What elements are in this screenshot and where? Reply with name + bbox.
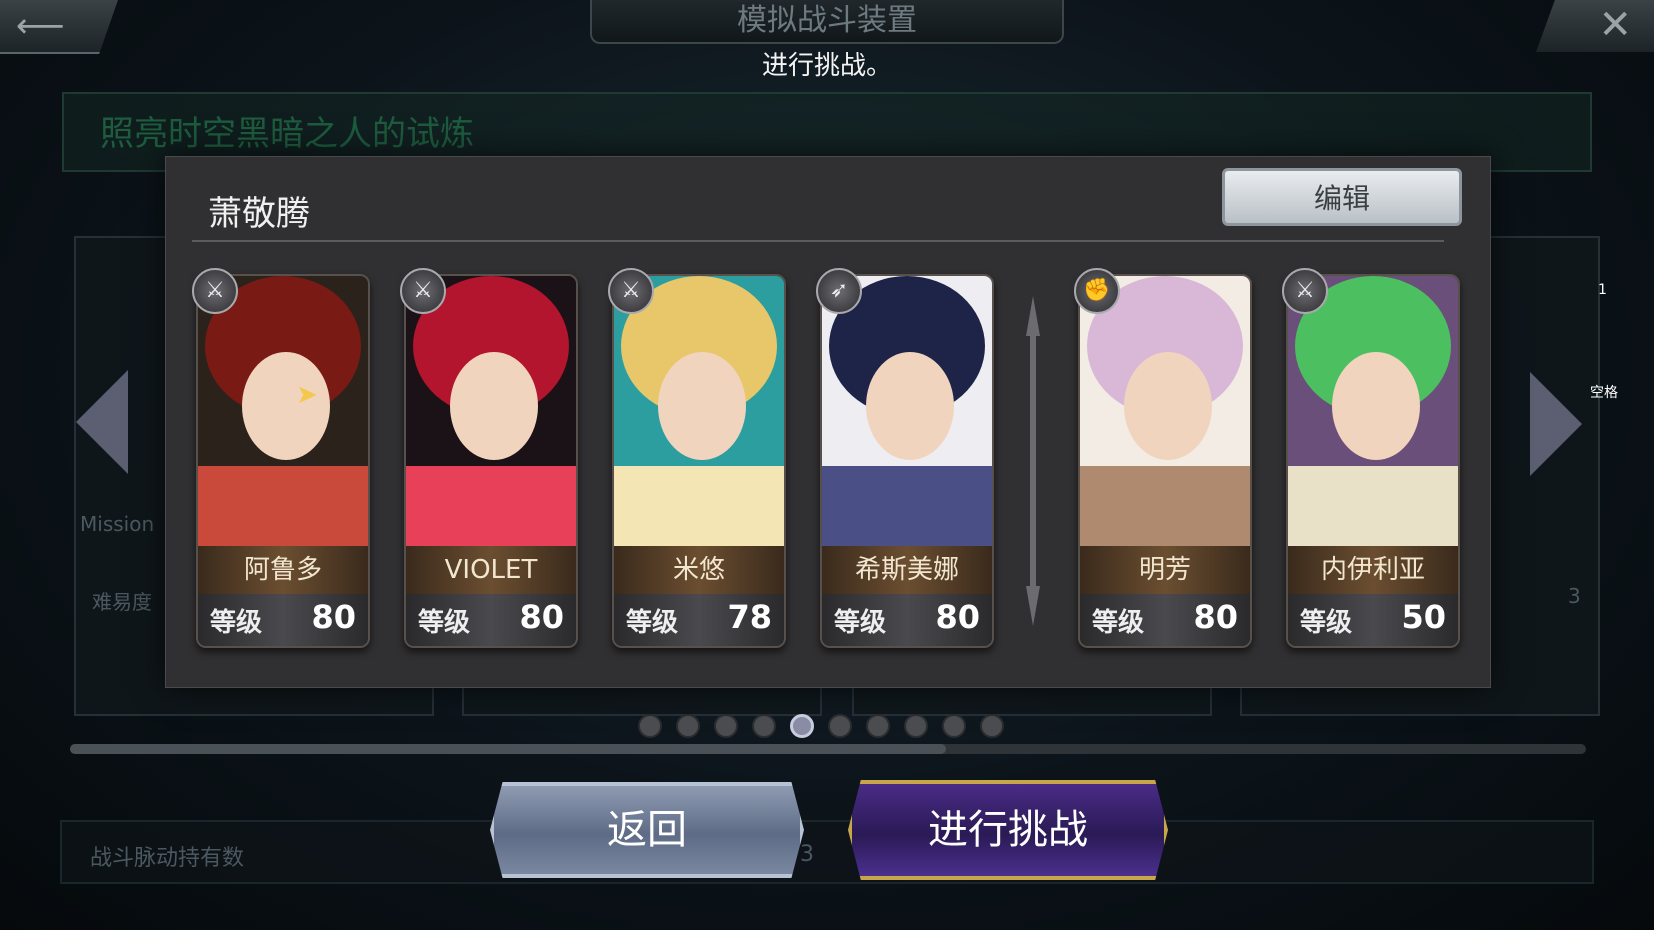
page-indicator-dot[interactable] [790, 714, 814, 738]
trial-title: 照亮时空黑暗之人的试炼 [100, 114, 474, 154]
level-bar: 等级 50 [1288, 594, 1458, 646]
level-value: 80 [935, 598, 980, 636]
difficulty-label: 难易度 [92, 590, 152, 614]
level-value: 80 [311, 598, 356, 636]
level-label: 等级 [834, 608, 887, 638]
level-bar: 等级 78 [614, 594, 784, 646]
mouse-cursor-icon: ➤ [296, 380, 318, 410]
character-portrait [198, 276, 368, 546]
character-card[interactable]: VIOLET 等级 80 [404, 274, 578, 648]
sword-icon: ⚔ [192, 268, 238, 314]
character-card[interactable]: 希斯美娜 等级 80 [820, 274, 994, 648]
page-indicator-dot[interactable] [942, 714, 966, 738]
edit-button[interactable]: 编辑 [1222, 168, 1462, 226]
character-name: VIOLET [406, 546, 576, 594]
character-card[interactable]: 内伊利亚 等级 50 [1286, 274, 1460, 648]
pulse-label: 战斗脉动持有数 [90, 846, 245, 871]
difficulty-value: 3 [1568, 584, 1581, 608]
pulse-frame [60, 820, 1594, 884]
level-label: 等级 [1300, 608, 1353, 638]
level-bar: 等级 80 [406, 594, 576, 646]
page-indicator-dot[interactable] [904, 714, 928, 738]
scrollbar-thumb[interactable] [70, 744, 946, 754]
mission-label: Mission [80, 512, 155, 536]
level-label: 等级 [210, 608, 263, 638]
character-portrait [1288, 276, 1458, 546]
level-value: 80 [519, 598, 564, 636]
next-page-arrow[interactable] [1530, 372, 1582, 476]
team-name: 萧敬腾 [208, 194, 310, 234]
character-card[interactable]: 明芳 等级 80 [1078, 274, 1252, 648]
pulse-value: 3 [800, 842, 814, 867]
character-card[interactable]: 米悠 等级 78 [612, 274, 786, 648]
sword-icon: ⚔ [400, 268, 446, 314]
level-value: 78 [727, 598, 772, 636]
character-portrait [822, 276, 992, 546]
key-hint-1: 1 [1598, 282, 1607, 298]
start-challenge-button[interactable]: 进行挑战 [848, 780, 1168, 880]
character-portrait [406, 276, 576, 546]
level-bar: 等级 80 [198, 594, 368, 646]
page-indicator-dot[interactable] [980, 714, 1004, 738]
page-indicator-dot[interactable] [714, 714, 738, 738]
close-icon: ✕ [1598, 2, 1632, 48]
page-indicator-dot[interactable] [866, 714, 890, 738]
key-hint-space: 空格 [1590, 385, 1618, 401]
level-value: 50 [1401, 598, 1446, 636]
character-card[interactable]: 阿鲁多 等级 80 [196, 274, 370, 648]
arrow-left-icon: ⟵ [16, 6, 65, 46]
level-bar: 等级 80 [822, 594, 992, 646]
page-indicator-dot[interactable] [638, 714, 662, 738]
character-name: 内伊利亚 [1288, 546, 1458, 594]
spear-icon: ➶ [816, 268, 862, 314]
character-name: 阿鲁多 [198, 546, 368, 594]
level-value: 80 [1193, 598, 1238, 636]
divider [192, 240, 1444, 242]
previous-page-arrow[interactable] [76, 370, 128, 474]
page-indicator-dot[interactable] [676, 714, 700, 738]
return-button[interactable]: 返回 [490, 782, 804, 878]
character-portrait [1080, 276, 1250, 546]
sword-icon: ⚔ [608, 268, 654, 314]
level-label: 等级 [418, 608, 471, 638]
row-divider-arrow [1026, 296, 1040, 626]
character-name: 希斯美娜 [822, 546, 992, 594]
close-button[interactable]: ✕ [1536, 0, 1654, 52]
level-bar: 等级 80 [1080, 594, 1250, 646]
page-indicator-dot[interactable] [752, 714, 776, 738]
fist-icon: ✊ [1074, 268, 1120, 314]
level-label: 等级 [626, 608, 679, 638]
challenge-banner: 进行挑战。 [761, 51, 892, 81]
sword-icon: ⚔ [1282, 268, 1328, 314]
page-indicator-dot[interactable] [828, 714, 852, 738]
character-portrait [614, 276, 784, 546]
character-name: 明芳 [1080, 546, 1250, 594]
level-label: 等级 [1092, 608, 1145, 638]
character-name: 米悠 [614, 546, 784, 594]
screen-title: 模拟战斗装置 [590, 0, 1064, 44]
